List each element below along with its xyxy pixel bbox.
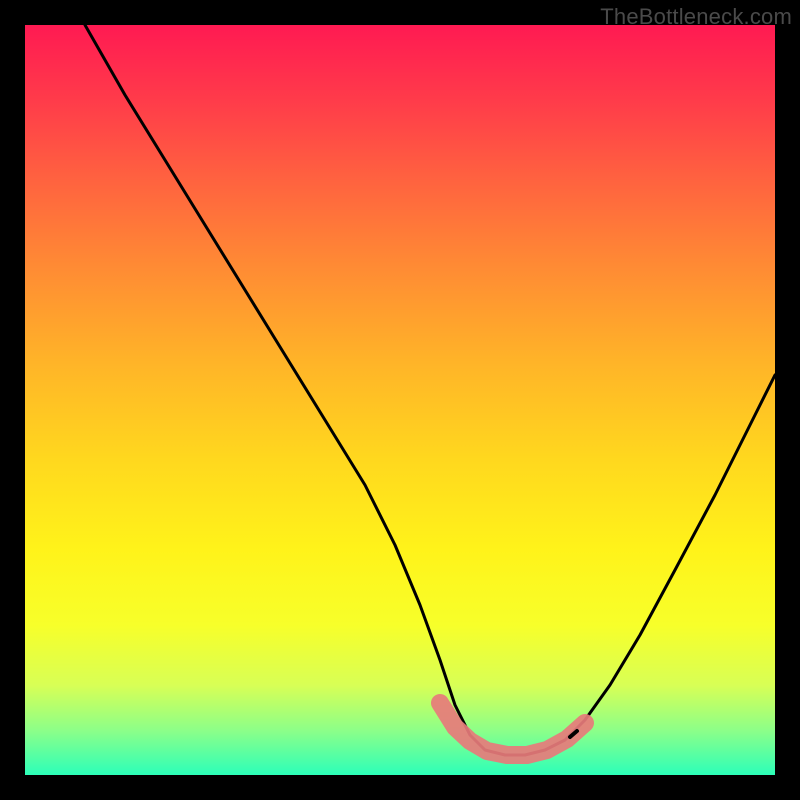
curve-layer [25,25,775,775]
chart-frame: TheBottleneck.com [0,0,800,800]
sweet-spot-band [440,703,585,755]
bottleneck-curve [85,25,775,755]
watermark-text: TheBottleneck.com [600,4,792,30]
